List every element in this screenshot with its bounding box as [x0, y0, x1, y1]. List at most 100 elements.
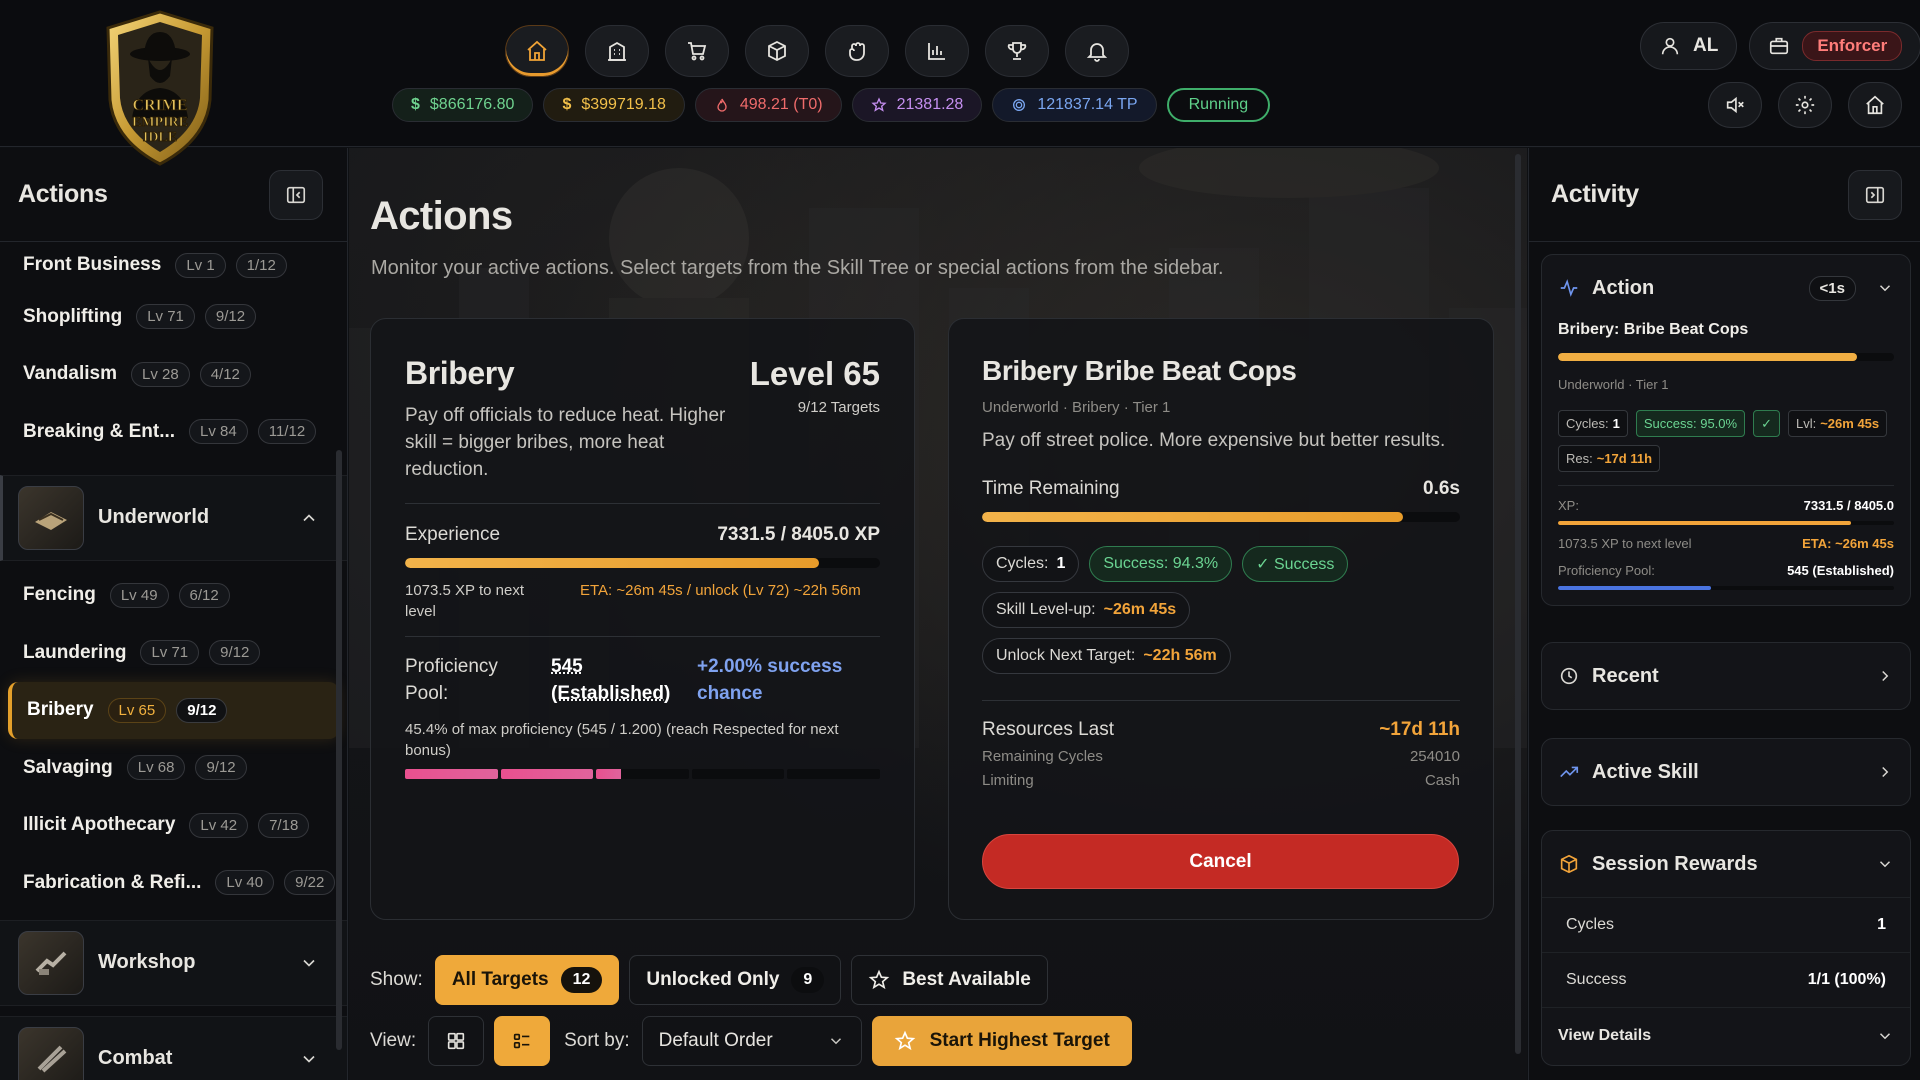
active-skill-card[interactable]: Active Skill: [1541, 738, 1911, 806]
xp-eta: ETA: ~26m 45s / unlock (Lv 72) ~22h 56m: [580, 580, 880, 622]
sidebar-item-bribery[interactable]: Bribery Lv 65 9/12: [8, 682, 339, 740]
mute-button[interactable]: [1708, 82, 1762, 128]
skill-targets-count: 9/12 Targets: [798, 399, 880, 416]
proficiency-label: Proficiency Pool:: [405, 653, 535, 707]
session-cycles-row: Cycles 1: [1542, 897, 1910, 952]
logo-text-2: EMPIRE: [132, 115, 188, 130]
chevron-right-icon: [1876, 763, 1894, 781]
page-subtitle: Monitor your active actions. Select targ…: [371, 257, 1224, 280]
nav-stats-button[interactable]: [905, 25, 969, 77]
recent-card[interactable]: Recent: [1541, 642, 1911, 710]
star-icon: [871, 97, 887, 113]
session-rewards-header[interactable]: Session Rewards: [1542, 831, 1910, 897]
all-targets-label: All Targets: [452, 969, 549, 991]
view-details-button[interactable]: View Details: [1542, 1007, 1910, 1063]
building-icon: [605, 39, 629, 63]
session-success-value: 1/1 (100%): [1808, 971, 1886, 989]
sidebar-item-breaking-entering[interactable]: Breaking & Ent... Lv 84 11/12: [0, 403, 347, 461]
action-card-header[interactable]: Action <1s: [1542, 255, 1910, 321]
target-title: Bribery Bribe Beat Cops: [982, 355, 1460, 387]
category-underworld[interactable]: Underworld: [0, 475, 347, 561]
collapse-activity-button[interactable]: [1848, 170, 1902, 220]
skill-name: Front Business: [23, 254, 161, 276]
limiting-row: Limiting Cash: [982, 772, 1460, 789]
game-logo[interactable]: CRIME EMPIRE IDLE: [102, 10, 218, 166]
skill-name: Salvaging: [23, 757, 113, 779]
nav-properties-button[interactable]: [585, 25, 649, 77]
skill-targets: 9/12: [195, 755, 246, 780]
last-result-chip: ✓ Success: [1242, 546, 1348, 582]
nav-notifications-button[interactable]: [1065, 25, 1129, 77]
grid-view-button[interactable]: [428, 1016, 484, 1066]
proficiency-pool-bar: [1558, 586, 1894, 590]
nav-combat-button[interactable]: [825, 25, 889, 77]
start-highest-target-button[interactable]: Start Highest Target: [872, 1016, 1132, 1066]
main-scrollbar[interactable]: [1515, 154, 1521, 1054]
list-view-button[interactable]: [494, 1016, 550, 1066]
nav-home-button[interactable]: [505, 25, 569, 77]
fist-icon: [845, 39, 869, 63]
skill-level: Lv 28: [131, 362, 190, 387]
category-combat[interactable]: Combat: [0, 1016, 347, 1080]
nav-inventory-button[interactable]: [745, 25, 809, 77]
cancel-button[interactable]: Cancel: [982, 834, 1459, 889]
sidebar-scrollbar[interactable]: [336, 450, 342, 1050]
activity-title: Activity: [1551, 180, 1639, 209]
reputation-pill: 21381.28: [852, 88, 983, 122]
start-highest-target-label: Start Highest Target: [930, 1030, 1110, 1052]
sidebar-item-fabrication[interactable]: Fabrication & Refi... Lv 40 9/22: [0, 854, 347, 912]
proficiency-segment: [501, 769, 594, 779]
unlocked-only-count: 9: [791, 967, 824, 993]
resources-eta-label: Res:: [1566, 451, 1593, 466]
proficiency-value[interactable]: 545 (Established): [551, 653, 681, 707]
unlock-next-label: Unlock Next Target:: [996, 647, 1135, 665]
sidebar-item-salvaging[interactable]: Salvaging Lv 68 9/12: [0, 739, 347, 797]
time-remaining-label: Time Remaining: [982, 478, 1120, 500]
success-rate-chip: Success: 94.3%: [1089, 546, 1232, 582]
sort-select[interactable]: Default Order: [642, 1016, 862, 1066]
underworld-category-image: [18, 486, 84, 550]
heat-value: 498.21 (T0): [740, 96, 823, 114]
remaining-cycles-label: Remaining Cycles: [982, 748, 1103, 765]
all-targets-button[interactable]: All Targets 12: [435, 955, 620, 1005]
sidebar-item-vandalism[interactable]: Vandalism Lv 28 4/12: [0, 346, 347, 404]
skill-name: Breaking & Ent...: [23, 421, 175, 443]
skill-name: Bribery: [27, 699, 94, 721]
sidebar-item-shoplifting[interactable]: Shoplifting Lv 71 9/12: [0, 288, 347, 346]
nav-achievements-button[interactable]: [985, 25, 1049, 77]
experience-progress-fill: [405, 558, 819, 568]
target-meta: Underworld · Bribery · Tier 1: [982, 399, 1460, 416]
token-icon: [1011, 97, 1027, 113]
sidebar-item-laundering[interactable]: Laundering Lv 71 9/12: [0, 624, 347, 682]
unlocked-only-button[interactable]: Unlocked Only 9: [629, 955, 841, 1005]
best-available-label: Best Available: [902, 969, 1030, 991]
home-button[interactable]: [1848, 82, 1902, 128]
xp-progress-fill: [1558, 521, 1851, 525]
skill-level: Lv 71: [140, 640, 199, 665]
sidebar-item-fencing[interactable]: Fencing Lv 49 6/12: [0, 567, 347, 625]
cycles-chip: Cycles: 1: [982, 546, 1079, 582]
nav-shop-button[interactable]: [665, 25, 729, 77]
category-workshop[interactable]: Workshop: [0, 920, 347, 1006]
box-icon: [765, 39, 789, 63]
best-available-button[interactable]: Best Available: [851, 955, 1047, 1005]
time-remaining-value: 0.6s: [1423, 478, 1460, 500]
sort-label: Sort by:: [564, 1030, 629, 1052]
skill-name: Laundering: [23, 642, 126, 664]
sidebar-item-illicit-apothecary[interactable]: Illicit Apothecary Lv 42 7/18: [0, 797, 347, 855]
xp-row: XP: 7331.5 / 8405.0: [1558, 498, 1894, 513]
time-remaining-row: Time Remaining 0.6s: [982, 478, 1460, 522]
view-label: View:: [370, 1030, 416, 1052]
user-initials: AL: [1693, 35, 1718, 57]
skill-targets: 9/12: [205, 304, 256, 329]
cycles-value: 1: [1613, 416, 1620, 431]
role-button[interactable]: Enforcer: [1749, 22, 1920, 70]
show-label: Show:: [370, 969, 423, 991]
profile-button[interactable]: AL: [1640, 22, 1737, 70]
unlock-next-value: ~22h 56m: [1143, 647, 1216, 665]
settings-button[interactable]: [1778, 82, 1832, 128]
collapse-sidebar-button[interactable]: [269, 170, 323, 220]
remaining-cycles-row: Remaining Cycles 254010: [982, 748, 1460, 765]
sidebar-item-front-business[interactable]: Front Business Lv 1 1/12: [0, 242, 347, 288]
all-targets-count: 12: [561, 967, 603, 993]
